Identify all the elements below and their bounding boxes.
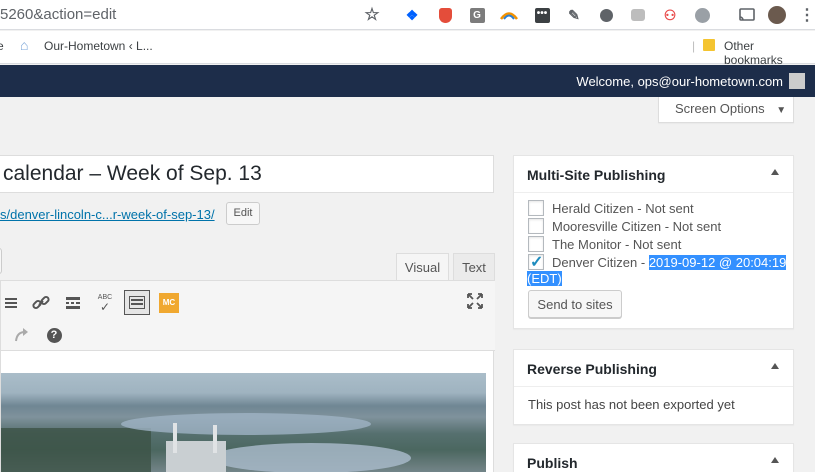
tab-visual[interactable]: Visual <box>396 253 449 281</box>
spellcheck-icon[interactable]: ABC ✓ <box>93 291 117 315</box>
screen-options-label: Screen Options <box>675 101 765 116</box>
redo-icon[interactable] <box>9 323 33 347</box>
post-title-input[interactable]: calendar – Week of Sep. 13 <box>0 155 494 193</box>
reverse-header[interactable]: Reverse Publishing <box>514 350 793 387</box>
chat-extension-icon[interactable] <box>629 6 647 24</box>
site-label: Mooresville Citizen - Not sent <box>552 218 722 234</box>
reverse-title: Reverse Publishing <box>527 361 657 377</box>
site-row-denver[interactable]: Denver Citizen - 2019-09-12 @ 20:04:19 <box>528 252 787 272</box>
collapse-caret-icon[interactable] <box>771 363 779 369</box>
editor-area[interactable]: ABC ✓ MC ? <box>0 280 495 472</box>
cast-icon[interactable] <box>738 6 756 24</box>
mc-plugin-icon[interactable]: MC <box>157 291 181 315</box>
sent-timezone-row: (EDT) <box>527 271 562 289</box>
home-bookmark-icon: ⌂ <box>20 37 29 53</box>
collapse-caret-icon[interactable] <box>771 169 779 175</box>
permalink-link[interactable]: s/denver-lincoln-c...r-week-of-sep-13/ <box>0 207 215 222</box>
link-icon[interactable] <box>29 291 53 315</box>
publish-box: Publish <box>513 443 794 472</box>
site-checkbox-mooresville[interactable] <box>528 218 544 234</box>
add-media-button[interactable] <box>0 248 2 274</box>
bullet-list-icon[interactable] <box>0 291 21 315</box>
eyedropper-icon[interactable]: ✎ <box>565 6 583 24</box>
shield-extension-icon[interactable] <box>436 6 454 24</box>
bookmark-divider: | <box>692 39 696 53</box>
publish-title: Publish <box>527 455 578 471</box>
up-extension-icon[interactable] <box>693 6 711 24</box>
screen-options-button[interactable]: Screen Options ▼ <box>658 97 794 123</box>
chrome-menu-icon[interactable]: ⋮ <box>798 6 815 24</box>
post-title-text: calendar – Week of Sep. 13 <box>3 162 262 185</box>
aerial-lake-image[interactable] <box>1 373 486 472</box>
site-label: The Monitor - Not sent <box>552 236 682 252</box>
more-dots-extension-icon[interactable]: ••• <box>533 6 551 24</box>
caret-down-icon: ▼ <box>776 105 787 116</box>
url-text[interactable]: 5260&action=edit <box>0 6 116 23</box>
browser-url-bar[interactable]: 5260&action=edit ☆ ❖ G ••• ✎ ⚇ ⋮ <box>0 0 815 30</box>
help-icon[interactable]: ? <box>42 323 66 347</box>
site-row-herald[interactable]: Herald Citizen - Not sent <box>528 199 694 217</box>
multisite-header[interactable]: Multi-Site Publishing <box>514 156 793 193</box>
tab-text[interactable]: Text <box>453 253 495 281</box>
site-checkbox-herald[interactable] <box>528 200 544 216</box>
read-more-icon[interactable] <box>61 291 85 315</box>
user-avatar[interactable] <box>789 73 805 89</box>
editor-toolbar: ABC ✓ MC ? <box>1 281 495 351</box>
bookmarks-bar: e ⌂ Our-Hometown ‹ L... | Other bookmark… <box>0 31 815 67</box>
bookmark-fragment[interactable]: e <box>0 39 4 53</box>
multisite-title: Multi-Site Publishing <box>527 167 666 183</box>
folder-icon <box>703 39 715 51</box>
site-checkbox-denver[interactable] <box>528 252 544 272</box>
publish-header[interactable]: Publish <box>514 444 793 472</box>
bookmark-star-icon[interactable]: ☆ <box>363 5 381 24</box>
send-to-sites-button[interactable]: Send to sites <box>528 290 622 318</box>
reverse-message: This post has not been exported yet <box>528 397 735 412</box>
site-label: Denver Citizen - <box>552 254 649 270</box>
other-bookmarks-folder[interactable]: Other bookmarks <box>724 39 815 67</box>
grammarly-g-icon[interactable]: G <box>468 6 486 24</box>
toolbar-toggle-icon[interactable] <box>124 290 150 315</box>
reverse-publishing-box: Reverse Publishing This post has not bee… <box>513 349 794 425</box>
sent-timezone: (EDT) <box>527 271 562 286</box>
site-row-mooresville[interactable]: Mooresville Citizen - Not sent <box>528 217 721 235</box>
dropbox-icon[interactable]: ❖ <box>403 6 421 24</box>
multisite-publishing-box: Multi-Site Publishing Herald Citizen - N… <box>513 155 794 329</box>
sent-date: 2019-09-12 @ 20:04:19 <box>648 254 787 270</box>
fullscreen-icon[interactable] <box>463 289 487 313</box>
arc-extension-icon[interactable] <box>500 6 518 24</box>
share-extension-icon[interactable]: ⚇ <box>661 6 679 24</box>
bookmark-our-hometown[interactable]: Our-Hometown ‹ L... <box>44 39 153 53</box>
collapse-caret-icon[interactable] <box>771 457 779 463</box>
site-checkbox-monitor[interactable] <box>528 236 544 252</box>
site-label: Herald Citizen - Not sent <box>552 200 694 216</box>
welcome-account-link[interactable]: Welcome, ops@our-hometown.com <box>576 74 783 89</box>
profile-avatar[interactable] <box>768 6 786 24</box>
edit-permalink-button[interactable]: Edit <box>226 202 260 225</box>
site-row-monitor[interactable]: The Monitor - Not sent <box>528 235 681 253</box>
wp-admin-bar: Welcome, ops@our-hometown.com <box>0 65 815 97</box>
circle-extension-icon[interactable] <box>597 6 615 24</box>
